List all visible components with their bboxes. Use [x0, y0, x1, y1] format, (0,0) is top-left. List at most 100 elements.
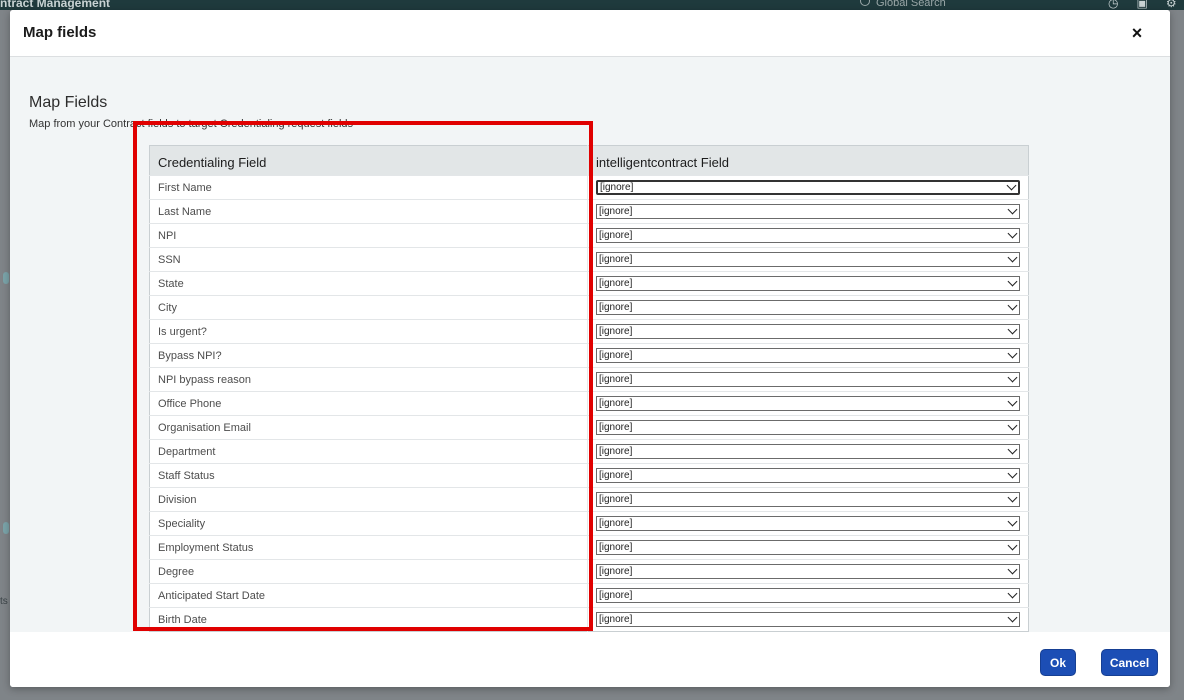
- mapping-cell: [ignore]: [587, 535, 1029, 560]
- mapping-cell: [ignore]: [587, 175, 1029, 200]
- field-mapping-select[interactable]: [ignore]: [596, 468, 1020, 483]
- map-fields-dialog: Map fields × Map Fields Map from your Co…: [10, 10, 1170, 687]
- credentialing-field-label: SSN: [149, 247, 588, 272]
- chevron-down-icon: [1007, 492, 1018, 503]
- select-value: [ignore]: [599, 374, 633, 385]
- table-row: Anticipated Start Date [ignore]: [149, 583, 1029, 608]
- cancel-button[interactable]: Cancel: [1101, 649, 1158, 676]
- section-description: Map from your Contract fields to target …: [29, 118, 354, 130]
- mapping-cell: [ignore]: [587, 271, 1029, 296]
- table-row: Speciality [ignore]: [149, 511, 1029, 536]
- table-row: Division [ignore]: [149, 487, 1029, 512]
- credentialing-field-label: Division: [149, 487, 588, 512]
- chevron-down-icon: [1007, 228, 1018, 239]
- mapping-cell: [ignore]: [587, 487, 1029, 512]
- mapping-cell: [ignore]: [587, 511, 1029, 536]
- field-mapping-select[interactable]: [ignore]: [596, 372, 1020, 387]
- field-mapping-select[interactable]: [ignore]: [596, 612, 1020, 627]
- select-value: [ignore]: [599, 278, 633, 289]
- field-mapping-select[interactable]: [ignore]: [596, 420, 1020, 435]
- table-row: Last Name [ignore]: [149, 199, 1029, 224]
- close-icon[interactable]: ×: [1126, 22, 1148, 44]
- table-row: NPI [ignore]: [149, 223, 1029, 248]
- table-row: Is urgent? [ignore]: [149, 319, 1029, 344]
- credentialing-field-label: First Name: [149, 175, 588, 200]
- table-row: Department [ignore]: [149, 439, 1029, 464]
- ok-button[interactable]: Ok: [1040, 649, 1076, 676]
- field-mapping-select[interactable]: [ignore]: [596, 348, 1020, 363]
- credentialing-field-label: NPI bypass reason: [149, 367, 588, 392]
- chevron-down-icon: [1007, 468, 1018, 479]
- app-title: ntract Management: [0, 0, 111, 10]
- mapping-cell: [ignore]: [587, 607, 1029, 632]
- credentialing-field-label: City: [149, 295, 588, 320]
- cart-icon[interactable]: ▣: [1136, 0, 1165, 10]
- field-mapping-select[interactable]: [ignore]: [596, 516, 1020, 531]
- credentialing-field-label: Is urgent?: [149, 319, 588, 344]
- mapping-cell: [ignore]: [587, 343, 1029, 368]
- field-mapping-select[interactable]: [ignore]: [596, 180, 1020, 195]
- field-mapping-select[interactable]: [ignore]: [596, 492, 1020, 507]
- section-title: Map Fields: [29, 94, 108, 111]
- credentialing-field-label: Staff Status: [149, 463, 588, 488]
- field-mapping-select[interactable]: [ignore]: [596, 396, 1020, 411]
- select-value: [ignore]: [600, 182, 634, 193]
- select-value: [ignore]: [599, 470, 633, 481]
- table-row: Birth Date [ignore]: [149, 607, 1029, 632]
- topbar-icons: ◷▣⚙: [1108, 0, 1184, 10]
- chevron-down-icon: [1007, 300, 1018, 311]
- credentialing-field-label: State: [149, 271, 588, 296]
- chevron-down-icon: [1007, 348, 1018, 359]
- field-mapping-select[interactable]: [ignore]: [596, 564, 1020, 579]
- field-mapping-select[interactable]: [ignore]: [596, 588, 1020, 603]
- column-header-intelligentcontract-field: intelligentcontract Field: [587, 145, 1029, 176]
- field-mapping-select[interactable]: [ignore]: [596, 276, 1020, 291]
- table-header-row: Credentialing Field intelligentcontract …: [149, 145, 1029, 176]
- table-row: First Name [ignore]: [149, 175, 1029, 200]
- select-value: [ignore]: [599, 350, 633, 361]
- background-indicator: [3, 272, 9, 284]
- history-icon[interactable]: ◷: [1108, 0, 1136, 10]
- search-icon: [860, 0, 870, 6]
- chevron-down-icon: [1007, 612, 1018, 623]
- credentialing-field-label: Birth Date: [149, 607, 588, 632]
- table-row: State [ignore]: [149, 271, 1029, 296]
- field-mapping-select[interactable]: [ignore]: [596, 228, 1020, 243]
- field-mapping-select[interactable]: [ignore]: [596, 540, 1020, 555]
- field-mapping-select[interactable]: [ignore]: [596, 324, 1020, 339]
- table-row: Office Phone [ignore]: [149, 391, 1029, 416]
- field-mapping-select[interactable]: [ignore]: [596, 300, 1020, 315]
- select-value: [ignore]: [599, 326, 633, 337]
- dialog-header: Map fields ×: [10, 10, 1170, 57]
- field-mapping-table: Credentialing Field intelligentcontract …: [149, 145, 1029, 632]
- mapping-cell: [ignore]: [587, 439, 1029, 464]
- credentialing-field-label: Speciality: [149, 511, 588, 536]
- select-value: [ignore]: [599, 614, 633, 625]
- select-value: [ignore]: [599, 254, 633, 265]
- table-row: Degree [ignore]: [149, 559, 1029, 584]
- credentialing-field-label: Organisation Email: [149, 415, 588, 440]
- select-value: [ignore]: [599, 302, 633, 313]
- chevron-down-icon: [1006, 180, 1017, 191]
- mapping-cell: [ignore]: [587, 559, 1029, 584]
- select-value: [ignore]: [599, 398, 633, 409]
- credentialing-field-label: Office Phone: [149, 391, 588, 416]
- chevron-down-icon: [1007, 444, 1018, 455]
- gear-icon[interactable]: ⚙: [1166, 0, 1184, 10]
- dialog-footer: Ok Cancel: [10, 632, 1170, 687]
- dialog-title: Map fields: [23, 24, 97, 41]
- field-mapping-select[interactable]: [ignore]: [596, 252, 1020, 267]
- global-search[interactable]: Global Search: [860, 0, 946, 9]
- field-mapping-select[interactable]: [ignore]: [596, 204, 1020, 219]
- mapping-cell: [ignore]: [587, 367, 1029, 392]
- select-value: [ignore]: [599, 518, 633, 529]
- chevron-down-icon: [1007, 564, 1018, 575]
- credentialing-field-label: NPI: [149, 223, 588, 248]
- table-row: Employment Status [ignore]: [149, 535, 1029, 560]
- table-row: Organisation Email [ignore]: [149, 415, 1029, 440]
- background-indicator: [3, 522, 9, 534]
- background-side-text: ts: [0, 596, 8, 607]
- app-topbar: ntract Management Global Search ◷▣⚙: [0, 0, 1184, 10]
- select-value: [ignore]: [599, 566, 633, 577]
- field-mapping-select[interactable]: [ignore]: [596, 444, 1020, 459]
